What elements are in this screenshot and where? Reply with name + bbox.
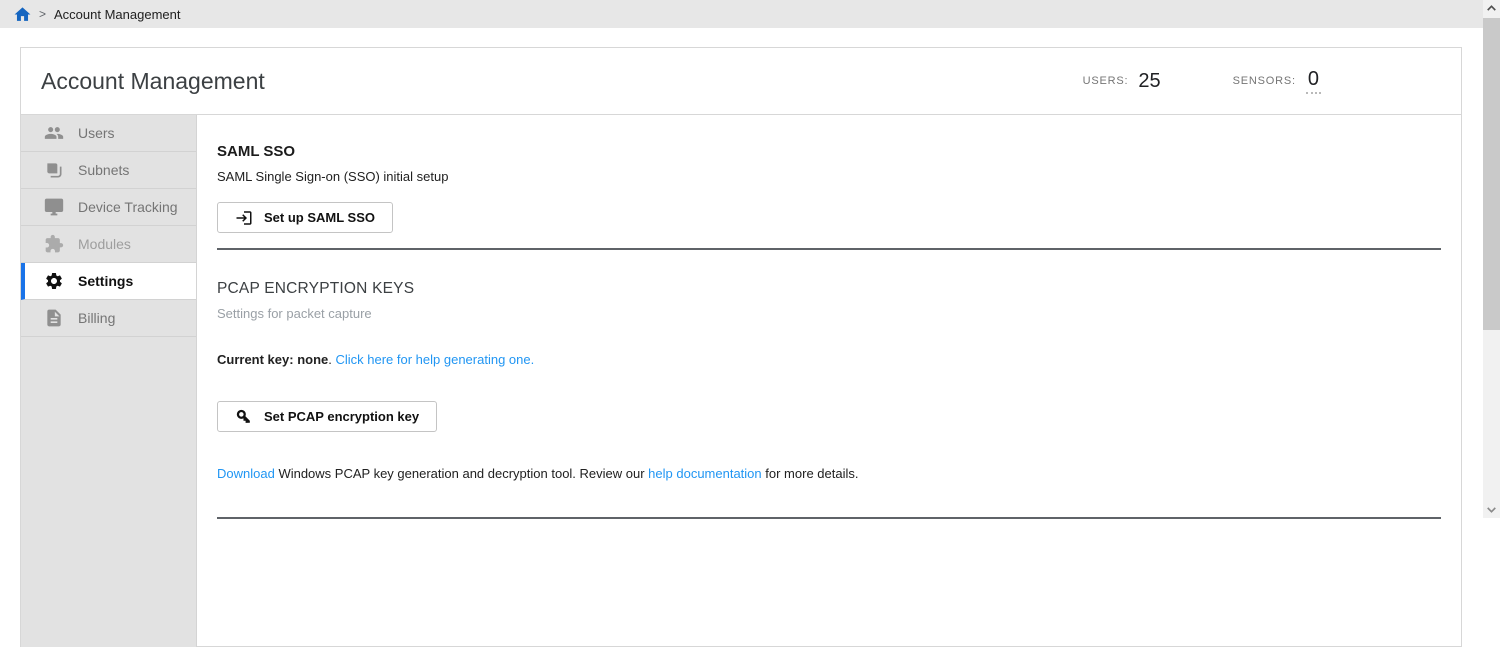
- card-header: Account Management USERS: 25 SENSORS: 0: [21, 48, 1461, 115]
- pcap-section-subtitle: Settings for packet capture: [217, 306, 372, 321]
- sidebar-item-label: Billing: [78, 310, 116, 326]
- sidebar-item-billing[interactable]: Billing: [21, 300, 196, 337]
- breadcrumb: > Account Management: [0, 0, 1483, 28]
- breadcrumb-separator: >: [39, 7, 47, 21]
- billing-icon: [44, 308, 64, 328]
- breadcrumb-current: Account Management: [54, 6, 181, 22]
- page-title: Account Management: [41, 67, 265, 94]
- vertical-scrollbar[interactable]: [1483, 0, 1500, 518]
- setup-saml-sso-button[interactable]: Set up SAML SSO: [217, 202, 393, 233]
- help-documentation-link[interactable]: help documentation: [648, 466, 761, 481]
- sensors-stat-value: 0: [1305, 68, 1321, 94]
- section-divider: [217, 248, 1441, 250]
- login-icon: [236, 210, 252, 225]
- sidebar-item-settings[interactable]: Settings: [21, 263, 196, 300]
- setup-saml-sso-button-label: Set up SAML SSO: [264, 210, 375, 225]
- key-icon: [236, 409, 250, 423]
- sidebar-item-label: Modules: [78, 236, 131, 252]
- sidebar-item-label: Subnets: [78, 162, 130, 178]
- pcap-help-link[interactable]: Click here for help generating one.: [335, 352, 534, 367]
- account-management-card: Account Management USERS: 25 SENSORS: 0 …: [20, 47, 1462, 647]
- settings-content: SAML SSO SAML Single Sign-on (SSO) initi…: [197, 115, 1461, 647]
- download-line: Download Windows PCAP key generation and…: [217, 466, 859, 481]
- users-stat: USERS: 25: [1083, 70, 1161, 93]
- users-stat-label: USERS:: [1082, 75, 1129, 87]
- modules-icon: [44, 234, 64, 254]
- download-tool-link[interactable]: Download: [217, 466, 275, 481]
- device-tracking-icon: [44, 197, 64, 217]
- sensors-stat: SENSORS: 0: [1233, 68, 1321, 94]
- sidebar-item-label: Settings: [78, 273, 134, 289]
- section-divider-bottom: [217, 517, 1441, 519]
- sidebar-item-modules[interactable]: Modules: [21, 226, 196, 263]
- scroll-up-icon[interactable]: [1483, 0, 1500, 17]
- sidebar: Users Subnets Device Tracking Modules Se…: [21, 115, 197, 647]
- sidebar-item-users[interactable]: Users: [21, 115, 196, 152]
- current-key-label: Current key: none: [217, 352, 329, 367]
- set-pcap-key-button-label: Set PCAP encryption key: [264, 409, 420, 424]
- scroll-down-icon[interactable]: [1483, 501, 1500, 518]
- saml-section-subtitle: SAML Single Sign-on (SSO) initial setup: [217, 169, 449, 184]
- pcap-section-title: PCAP ENCRYPTION KEYS: [217, 280, 415, 297]
- sidebar-item-label: Device Tracking: [78, 199, 178, 215]
- sidebar-item-subnets[interactable]: Subnets: [21, 152, 196, 189]
- settings-icon: [44, 271, 64, 291]
- home-icon[interactable]: [13, 5, 32, 24]
- sensors-stat-label: SENSORS:: [1232, 75, 1296, 87]
- saml-section-title: SAML SSO: [217, 143, 296, 160]
- subnets-icon: [44, 160, 64, 180]
- users-icon: [44, 123, 64, 143]
- scrollbar-thumb[interactable]: [1483, 18, 1500, 330]
- sidebar-item-device-tracking[interactable]: Device Tracking: [21, 189, 196, 226]
- users-stat-value: 25: [1138, 69, 1161, 92]
- set-pcap-key-button[interactable]: Set PCAP encryption key: [217, 401, 438, 432]
- sidebar-item-label: Users: [78, 125, 115, 141]
- current-key-line: Current key: none. Click here for help g…: [217, 352, 535, 367]
